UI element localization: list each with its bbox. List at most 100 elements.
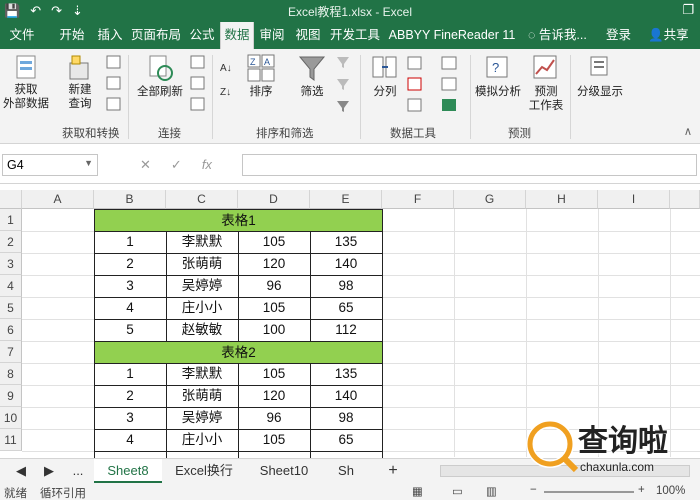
formula-input[interactable] xyxy=(242,154,697,176)
zoom-out-button[interactable]: − xyxy=(530,484,537,496)
tab-home[interactable]: 开始 xyxy=(52,22,92,49)
name-box[interactable]: G4 ▼ xyxy=(2,154,98,176)
tab-review[interactable]: 审阅 xyxy=(254,22,290,49)
table-cell[interactable]: 105 xyxy=(238,429,310,451)
cancel-icon[interactable]: ✕ xyxy=(140,157,151,173)
table-cell[interactable]: 赵敏敏 xyxy=(166,319,238,341)
what-if-analysis-button[interactable]: ? 模拟分析 xyxy=(472,53,524,99)
sheet-scroll-left-icon[interactable]: ◀ xyxy=(14,459,28,483)
table-cell[interactable]: 96 xyxy=(238,407,310,429)
table-cell[interactable]: 105 xyxy=(238,297,310,319)
outline-button[interactable]: 分级显示 xyxy=(572,53,628,99)
login-link[interactable]: 登录 xyxy=(606,22,631,49)
filter-small-icons[interactable] xyxy=(336,55,352,115)
more-sheets-button[interactable]: ... xyxy=(66,459,90,483)
table-cell[interactable]: 4 xyxy=(94,429,166,451)
tab-file[interactable]: 文件 xyxy=(0,22,44,49)
table-cell[interactable]: 4 xyxy=(94,297,166,319)
tab-page-layout[interactable]: 页面布局 xyxy=(128,22,184,49)
row-header[interactable]: 1 xyxy=(0,209,22,231)
sheet-tab-active[interactable]: Sheet8 xyxy=(94,459,162,483)
page-break-view-icon[interactable]: ▥ xyxy=(486,484,497,498)
row-header[interactable]: 2 xyxy=(0,231,22,253)
table-cell[interactable]: 张萌萌 xyxy=(166,253,238,275)
sheet-tab[interactable]: Sheet10 xyxy=(248,459,320,483)
table-cell[interactable]: 65 xyxy=(310,297,382,319)
column-header[interactable]: E xyxy=(310,190,382,209)
data-tools-small-icons[interactable] xyxy=(406,55,466,115)
column-header[interactable]: I xyxy=(598,190,670,209)
table-cell[interactable]: 3 xyxy=(94,407,166,429)
row-header[interactable]: 11 xyxy=(0,429,22,451)
row-header[interactable]: 8 xyxy=(0,363,22,385)
share-button[interactable]: 👤共享 xyxy=(648,22,689,49)
row-header[interactable]: 4 xyxy=(0,275,22,297)
table-cell[interactable]: 112 xyxy=(310,319,382,341)
row-header[interactable]: 6 xyxy=(0,319,22,341)
insert-function-icon[interactable]: fx xyxy=(202,157,212,173)
text-to-columns-button[interactable]: 分列 xyxy=(366,53,404,99)
table1-header-cell[interactable]: 表格1 xyxy=(94,209,383,232)
column-header[interactable]: D xyxy=(238,190,310,209)
table-cell[interactable]: 120 xyxy=(238,253,310,275)
column-header[interactable]: A xyxy=(22,190,94,209)
table-cell[interactable]: 100 xyxy=(238,319,310,341)
connection-small-icons[interactable] xyxy=(190,55,206,115)
table-cell[interactable]: 吴婷婷 xyxy=(166,275,238,297)
column-header[interactable]: C xyxy=(166,190,238,209)
table-cell[interactable]: 135 xyxy=(310,231,382,253)
sheet-tab[interactable]: Excel换行 xyxy=(164,459,244,483)
table2-header-cell[interactable]: 表格2 xyxy=(94,341,383,364)
table-cell[interactable]: 吴婷婷 xyxy=(166,407,238,429)
table-cell[interactable]: 105 xyxy=(238,231,310,253)
table-cell[interactable]: 98 xyxy=(310,275,382,297)
refresh-all-button[interactable]: 全部刷新 xyxy=(132,53,188,99)
tab-view[interactable]: 视图 xyxy=(290,22,326,49)
tab-formulas[interactable]: 公式 xyxy=(184,22,220,49)
table-cell[interactable]: 5 xyxy=(94,319,166,341)
tab-data[interactable]: 数据 xyxy=(220,22,254,49)
select-all-corner[interactable] xyxy=(0,190,22,209)
column-header[interactable]: H xyxy=(526,190,598,209)
zoom-level[interactable]: 100% xyxy=(656,485,685,497)
table-cell[interactable]: 张萌萌 xyxy=(166,385,238,407)
sheet-scroll-right-icon[interactable]: ▶ xyxy=(42,459,56,483)
row-header[interactable]: 10 xyxy=(0,407,22,429)
tab-insert[interactable]: 插入 xyxy=(92,22,128,49)
tell-me-box[interactable]: ◌ 告诉我... xyxy=(528,22,587,49)
zoom-slider[interactable] xyxy=(544,491,634,493)
page-layout-view-icon[interactable]: ▭ xyxy=(452,484,463,498)
new-query-button[interactable]: 新建 查询 xyxy=(58,53,102,111)
table-cell[interactable]: 李默默 xyxy=(166,231,238,253)
table-cell[interactable]: 1 xyxy=(94,231,166,253)
zoom-in-button[interactable]: + xyxy=(638,484,645,496)
row-header[interactable]: 5 xyxy=(0,297,22,319)
table-cell[interactable]: 140 xyxy=(310,253,382,275)
table-cell[interactable]: 庄小小 xyxy=(166,297,238,319)
table-cell[interactable]: 李默默 xyxy=(166,363,238,385)
table-cell[interactable]: 2 xyxy=(94,253,166,275)
get-external-data-button[interactable]: 获取 外部数据 xyxy=(2,53,50,111)
sheet-tab[interactable]: Sh xyxy=(326,459,366,483)
table-cell[interactable]: 3 xyxy=(94,275,166,297)
table-cell[interactable]: 1 xyxy=(94,363,166,385)
row-header[interactable]: 7 xyxy=(0,341,22,363)
table-cell[interactable]: 98 xyxy=(310,407,382,429)
table-cell[interactable]: 庄小小 xyxy=(166,429,238,451)
table-cell[interactable]: 135 xyxy=(310,363,382,385)
table-cell[interactable]: 120 xyxy=(238,385,310,407)
collapse-ribbon-icon[interactable]: ∧ xyxy=(680,125,696,139)
row-header[interactable]: 3 xyxy=(0,253,22,275)
column-header[interactable] xyxy=(670,190,700,209)
table-cell[interactable]: 140 xyxy=(310,385,382,407)
column-header[interactable]: B xyxy=(94,190,166,209)
column-header[interactable]: G xyxy=(454,190,526,209)
normal-view-icon[interactable]: ▦ xyxy=(412,484,423,498)
row-header[interactable]: 9 xyxy=(0,385,22,407)
filter-button[interactable]: 筛选 xyxy=(292,53,332,99)
table-cell[interactable]: 2 xyxy=(94,385,166,407)
sort-button[interactable]: ZA 排序 xyxy=(242,53,280,99)
confirm-icon[interactable]: ✓ xyxy=(171,157,182,173)
tab-developer[interactable]: 开发工具 xyxy=(326,22,384,49)
sort-az-icon[interactable]: A↓ Z↓ xyxy=(218,57,238,113)
